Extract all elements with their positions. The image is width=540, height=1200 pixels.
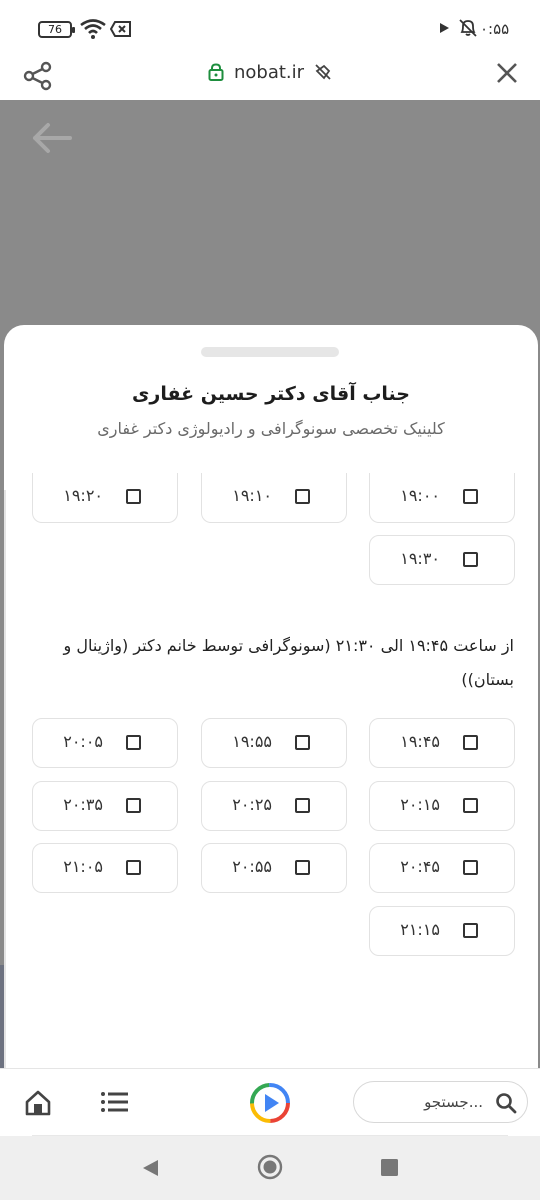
slot-checkbox[interactable] bbox=[295, 489, 310, 504]
slot-checkbox[interactable] bbox=[463, 798, 478, 813]
browser-url-bar: nobat.ir bbox=[0, 52, 540, 100]
time-slot[interactable]: ۲۰:۱۵ bbox=[369, 781, 515, 831]
nav-back-icon[interactable] bbox=[140, 1158, 160, 1178]
address-bar[interactable]: nobat.ir bbox=[0, 62, 540, 83]
time-slot[interactable]: ۲۰:۴۵ bbox=[369, 843, 515, 893]
scroll-track[interactable] bbox=[4, 490, 6, 1068]
status-bar: 76 ۰:۵۵ bbox=[0, 0, 540, 52]
slot-checkbox[interactable] bbox=[295, 735, 310, 750]
x-box-icon bbox=[110, 21, 131, 37]
browser-toolbar: جستجو... bbox=[0, 1068, 540, 1137]
time-slot[interactable]: ۱۹:۲۰ bbox=[32, 473, 178, 523]
lock-icon bbox=[208, 63, 224, 81]
search-placeholder: جستجو... bbox=[424, 1093, 483, 1111]
time-slot[interactable]: ۱۹:۳۰ bbox=[369, 535, 515, 585]
time-slot[interactable]: ۲۱:۰۵ bbox=[32, 843, 178, 893]
search-icon[interactable] bbox=[495, 1092, 517, 1114]
slot-checkbox[interactable] bbox=[126, 798, 141, 813]
slot-time: ۲۰:۲۵ bbox=[232, 795, 272, 814]
slot-time: ۲۰:۱۵ bbox=[400, 795, 440, 814]
slot-time: ۱۹:۴۵ bbox=[400, 732, 440, 751]
slot-time: ۲۰:۵۵ bbox=[232, 857, 272, 876]
sheet-drag-handle[interactable] bbox=[201, 347, 339, 357]
nav-recent-icon[interactable] bbox=[381, 1159, 398, 1176]
search-input[interactable]: جستجو... bbox=[353, 1081, 528, 1123]
slot-time: ۲۱:۰۵ bbox=[63, 857, 103, 876]
time-slot[interactable]: ۲۰:۰۵ bbox=[32, 718, 178, 768]
slot-checkbox[interactable] bbox=[126, 860, 141, 875]
slot-time: ۲۰:۰۵ bbox=[63, 732, 103, 751]
clinic-name: کلینیک تخصصی سونوگرافی و رادیولوژی دکتر … bbox=[97, 419, 445, 438]
url-text: nobat.ir bbox=[233, 62, 305, 83]
home-icon[interactable] bbox=[24, 1089, 52, 1117]
time-slot[interactable]: ۱۹:۱۰ bbox=[201, 473, 347, 523]
nav-home-icon[interactable] bbox=[257, 1154, 283, 1180]
slot-checkbox[interactable] bbox=[295, 860, 310, 875]
mute-icon bbox=[459, 19, 477, 37]
slot-time: ۱۹:۱۰ bbox=[232, 486, 272, 505]
slot-time: ۱۹:۵۵ bbox=[232, 732, 272, 751]
slot-checkbox[interactable] bbox=[463, 735, 478, 750]
system-nav-bar bbox=[0, 1136, 540, 1200]
slot-checkbox[interactable] bbox=[463, 489, 478, 504]
nofollow-icon bbox=[315, 64, 331, 80]
slot-checkbox[interactable] bbox=[126, 489, 141, 504]
clock: ۰:۵۵ bbox=[480, 20, 510, 38]
time-slot[interactable]: ۱۹:۰۰ bbox=[369, 473, 515, 523]
slot-time: ۱۹:۳۰ bbox=[400, 549, 440, 568]
appointment-bottom-sheet: جناب آقای دکتر حسین غفاری کلینیک تخصصی س… bbox=[4, 325, 538, 1068]
shift-description: از ساعت ۱۹:۴۵ الی ۲۱:۳۰ (سونوگرافی توسط … bbox=[63, 636, 515, 689]
slot-time: ۲۰:۴۵ bbox=[400, 857, 440, 876]
time-slot[interactable]: ۲۰:۲۵ bbox=[201, 781, 347, 831]
close-icon[interactable] bbox=[494, 60, 520, 86]
slot-time: ۱۹:۲۰ bbox=[63, 486, 103, 505]
time-slot[interactable]: ۲۰:۳۵ bbox=[32, 781, 178, 831]
slot-time: ۱۹:۰۰ bbox=[400, 486, 440, 505]
slot-checkbox[interactable] bbox=[463, 552, 478, 567]
play-logo-icon[interactable] bbox=[248, 1081, 292, 1125]
slot-time: ۲۱:۱۵ bbox=[400, 920, 440, 939]
time-slot[interactable]: ۱۹:۵۵ bbox=[201, 718, 347, 768]
slot-time: ۲۰:۳۵ bbox=[63, 795, 103, 814]
slot-checkbox[interactable] bbox=[463, 860, 478, 875]
time-slot[interactable]: ۲۰:۵۵ bbox=[201, 843, 347, 893]
doctor-name: جناب آقای دکتر حسین غفاری bbox=[131, 383, 411, 405]
play-small-icon bbox=[440, 23, 449, 33]
time-slot[interactable]: ۱۹:۴۵ bbox=[369, 718, 515, 768]
slot-checkbox[interactable] bbox=[126, 735, 141, 750]
wifi-icon bbox=[80, 19, 106, 39]
time-slot[interactable]: ۲۱:۱۵ bbox=[369, 906, 515, 956]
slot-checkbox[interactable] bbox=[295, 798, 310, 813]
battery-indicator: 76 bbox=[38, 21, 75, 38]
list-icon[interactable] bbox=[100, 1091, 130, 1113]
back-arrow-icon[interactable] bbox=[30, 122, 72, 154]
slot-checkbox[interactable] bbox=[463, 923, 478, 938]
